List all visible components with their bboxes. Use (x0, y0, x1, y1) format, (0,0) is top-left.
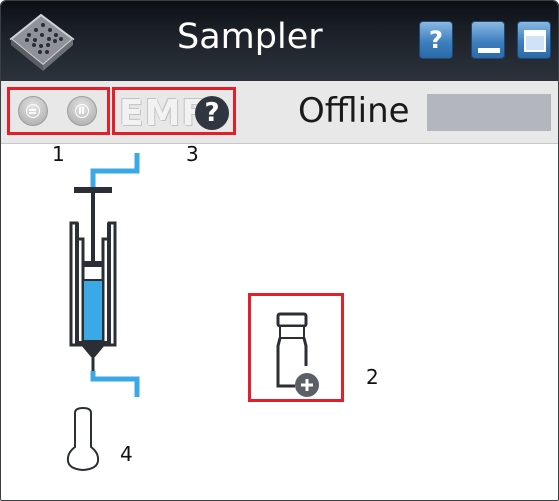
window-title: Sampler (177, 17, 323, 57)
highlight-box-1 (7, 87, 110, 135)
thermometer-icon (66, 406, 100, 472)
status-text: Offline (298, 91, 410, 131)
sample-tray-icon (9, 13, 75, 71)
maximize-icon (524, 30, 546, 52)
syringe-fill-level (82, 279, 104, 342)
highlight-box-3 (112, 87, 236, 135)
minimize-button[interactable] (471, 21, 505, 59)
callout-4: 4 (120, 442, 133, 466)
minimize-icon (478, 48, 500, 53)
sampler-window: Sampler ? EMF ? Offline 1 3 2 4 (0, 0, 559, 501)
maximize-button[interactable] (517, 21, 551, 59)
status-indicator (427, 94, 551, 131)
callout-2: 2 (366, 365, 379, 389)
title-bar: Sampler ? (1, 1, 558, 81)
syringe-icon (69, 153, 140, 397)
help-button[interactable]: ? (419, 21, 453, 59)
vial-add-icon[interactable] (269, 308, 329, 398)
